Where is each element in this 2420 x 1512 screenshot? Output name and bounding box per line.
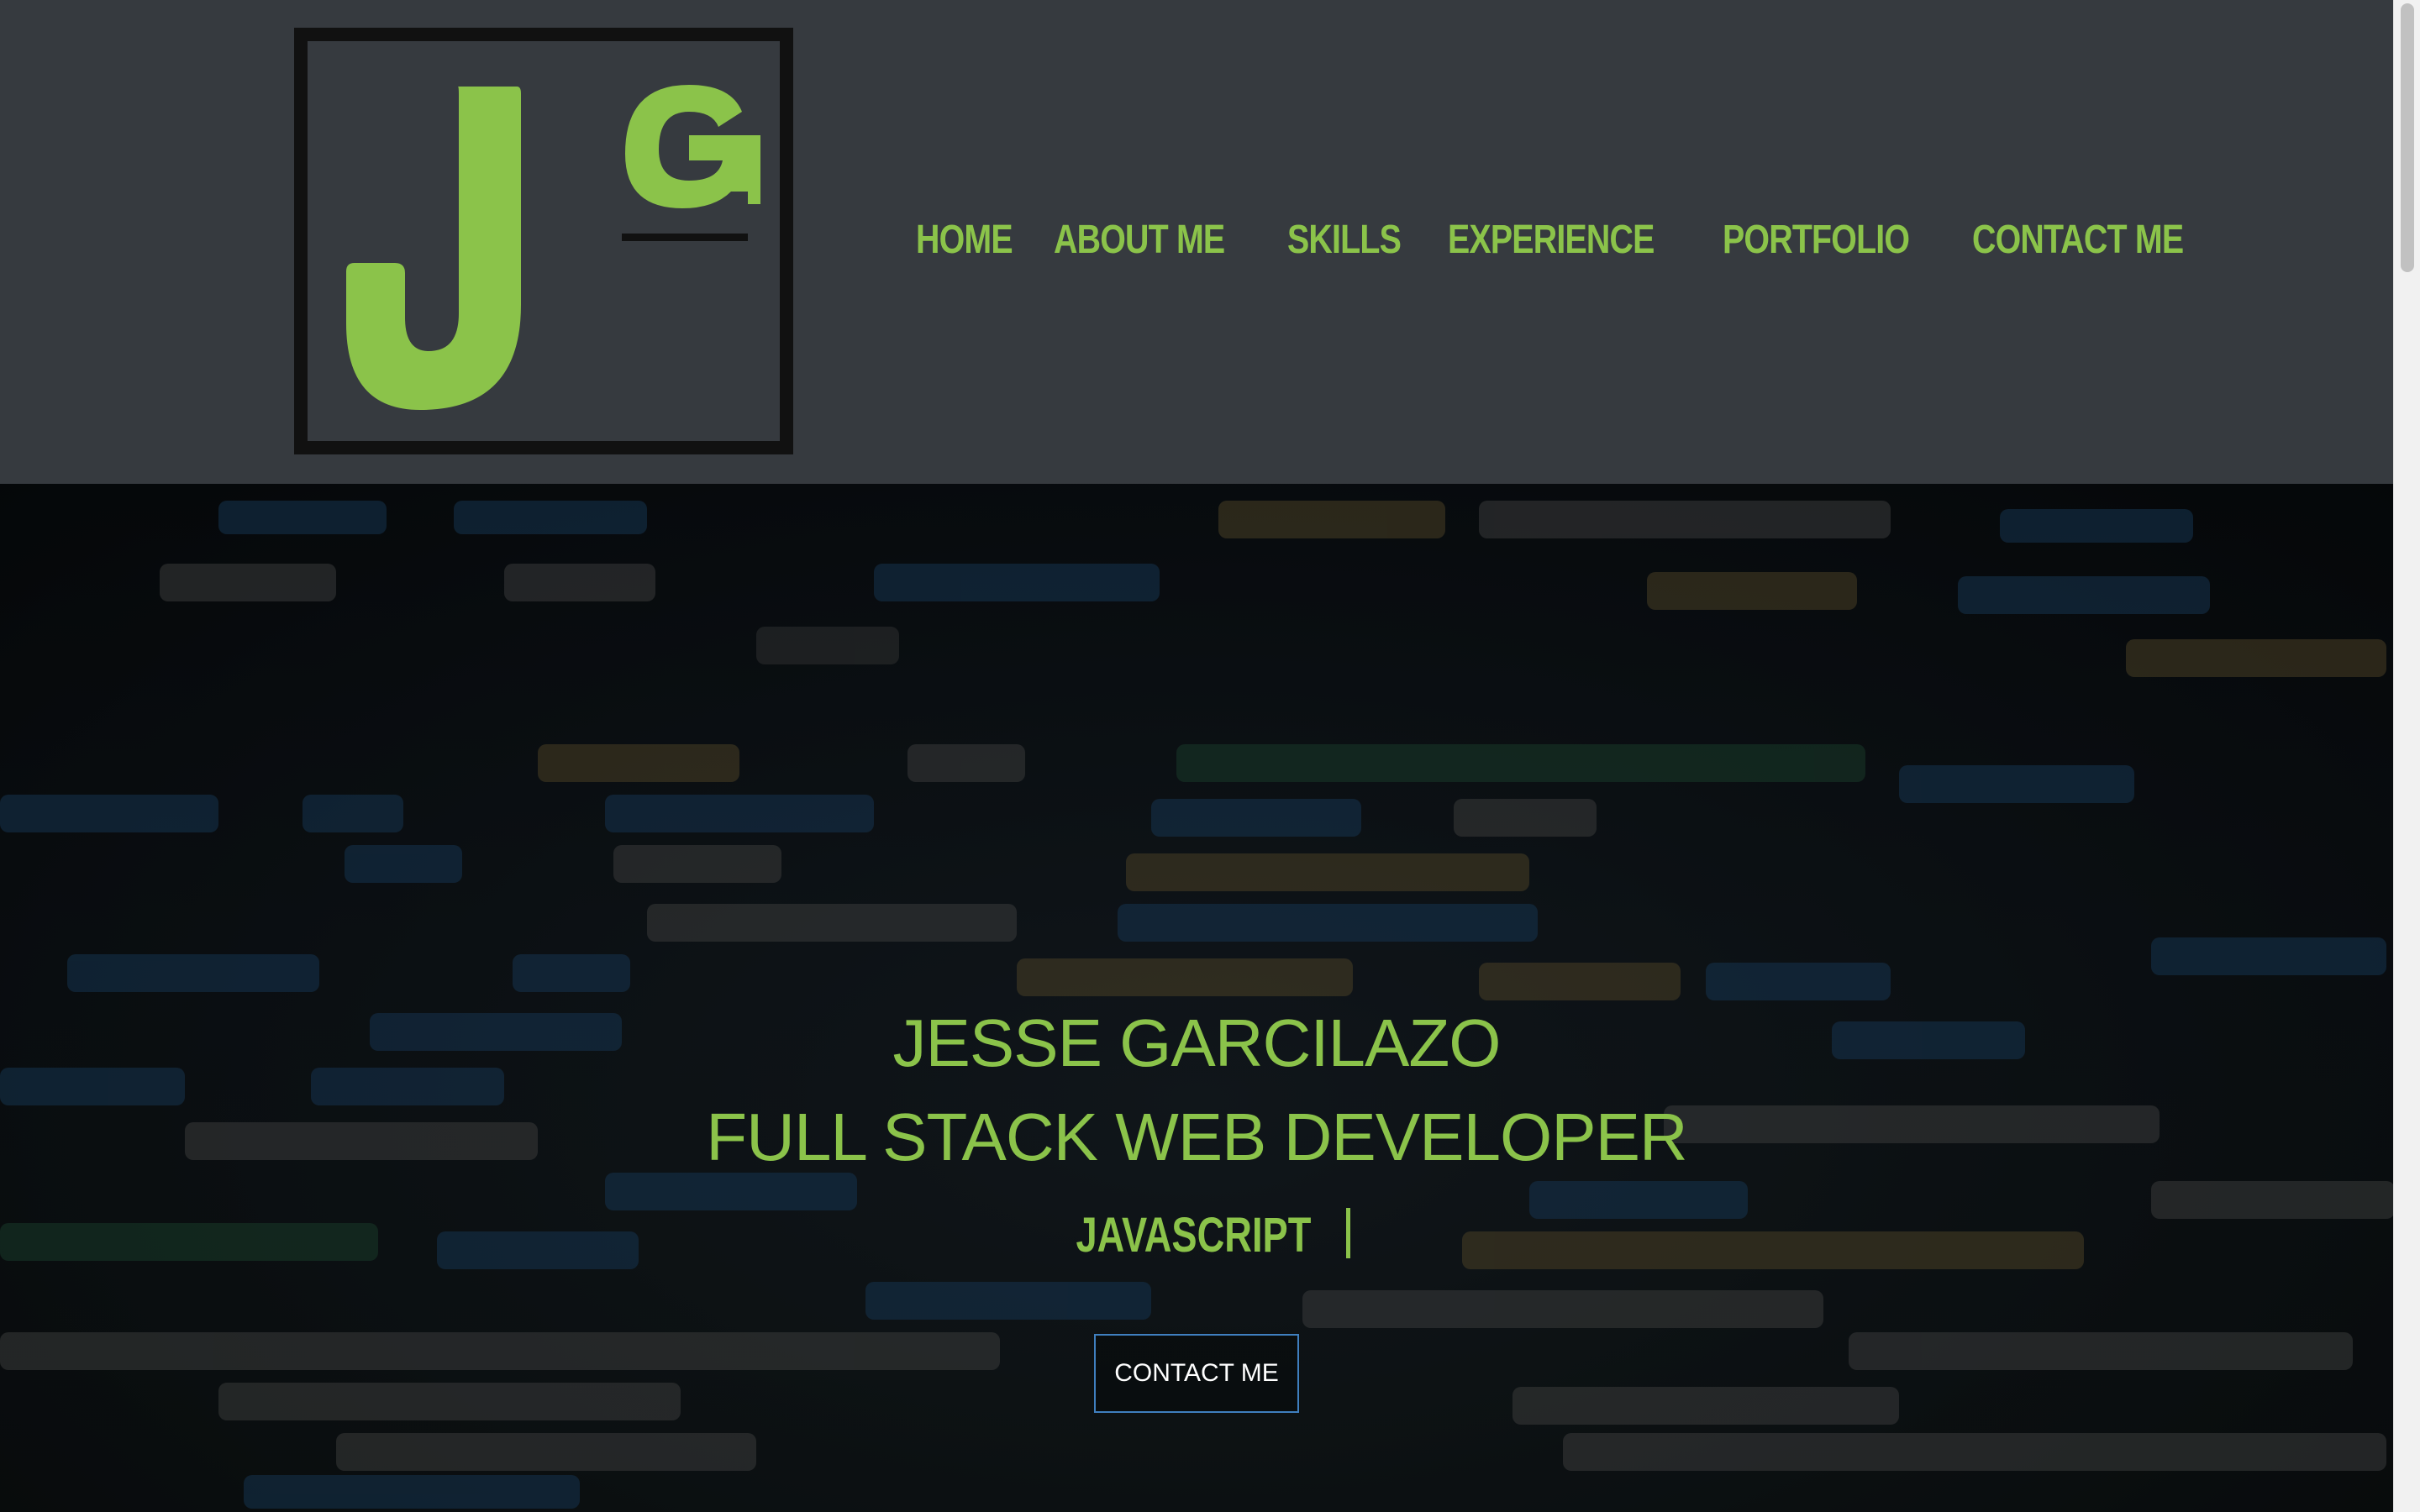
contact-me-button[interactable]: CONTACT ME (1094, 1334, 1299, 1413)
nav-home[interactable]: HOME (916, 217, 1013, 263)
nav-contact-me[interactable]: CONTACT ME (1972, 217, 2184, 263)
hero-name: JESSE GARCILAZO (892, 1005, 1502, 1080)
typed-skill: JAVASCRIPT (0, 1208, 2393, 1260)
nav-about-me[interactable]: ABOUT ME (1054, 217, 1225, 263)
nav-experience[interactable]: EXPERIENCE (1448, 217, 1655, 263)
hero-title: FULL STACK WEB DEVELOPER (706, 1100, 1687, 1174)
main-nav: HOME ABOUT ME SKILLS EXPERIENCE PORTFOLI… (916, 210, 2296, 269)
nav-skills[interactable]: SKILLS (1287, 217, 1402, 263)
typing-cursor (1345, 1208, 1350, 1258)
typed-skill-text: JAVASCRIPT (1076, 1208, 1312, 1263)
site-header: HOME ABOUT ME SKILLS EXPERIENCE PORTFOLI… (0, 0, 2393, 484)
vertical-scrollbar[interactable] (2393, 0, 2420, 1512)
nav-portfolio[interactable]: PORTFOLIO (1723, 217, 1910, 263)
site-logo[interactable] (294, 28, 793, 454)
scrollbar-thumb[interactable] (2401, 3, 2414, 272)
hero-section: JESSE GARCILAZO FULL STACK WEB DEVELOPER… (0, 484, 2393, 1512)
